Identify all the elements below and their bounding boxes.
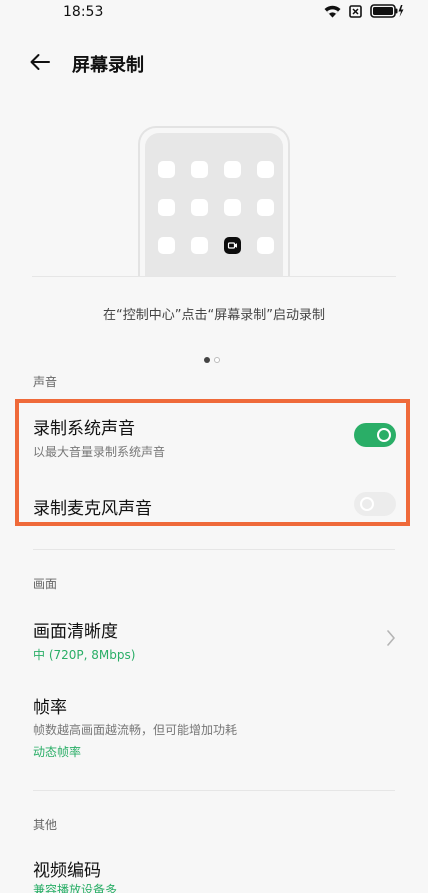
status-bar: 18:53 bbox=[0, 0, 428, 26]
video-encoding-value: 兼容播放设备多 bbox=[33, 883, 118, 893]
app-tile bbox=[158, 199, 175, 216]
app-tile bbox=[158, 237, 175, 254]
page-title: 屏幕录制 bbox=[72, 55, 144, 76]
video-camera-icon bbox=[227, 242, 237, 249]
mic-sound-title: 录制麦克风声音 bbox=[33, 499, 152, 519]
resolution-value: 中 (720P, 8Mbps) bbox=[33, 648, 136, 662]
section-divider bbox=[33, 790, 395, 791]
section-divider bbox=[33, 549, 395, 550]
phone-illustration bbox=[138, 126, 290, 276]
pager-dot-active[interactable] bbox=[204, 357, 210, 363]
system-sound-toggle[interactable] bbox=[354, 423, 396, 447]
back-button[interactable] bbox=[28, 50, 52, 74]
hint-text: 在“控制中心”点击“屏幕录制”启动录制 bbox=[103, 308, 325, 323]
status-time: 18:53 bbox=[63, 4, 104, 20]
app-tile bbox=[191, 237, 208, 254]
screen-record-tile bbox=[224, 237, 241, 254]
resolution-chevron[interactable] bbox=[384, 628, 398, 648]
sim-icon bbox=[349, 3, 362, 22]
battery-charging-icon bbox=[370, 3, 404, 22]
pager-dots bbox=[204, 357, 220, 363]
app-tile bbox=[158, 161, 175, 178]
system-sound-title: 录制系统声音 bbox=[33, 419, 135, 439]
mic-sound-toggle[interactable] bbox=[354, 492, 396, 516]
frame-rate-value: 动态帧率 bbox=[33, 745, 82, 759]
app-tile bbox=[191, 199, 208, 216]
section-label-sound: 声音 bbox=[33, 375, 58, 389]
arrow-left-icon bbox=[30, 54, 50, 70]
app-tile bbox=[257, 161, 274, 178]
app-tile bbox=[257, 237, 274, 254]
status-icons bbox=[324, 3, 404, 22]
app-tile bbox=[191, 161, 208, 178]
chevron-right-icon bbox=[387, 630, 395, 646]
app-tile bbox=[224, 161, 241, 178]
phone-screen bbox=[145, 133, 283, 276]
header: 屏幕录制 bbox=[0, 40, 428, 84]
resolution-title: 画面清晰度 bbox=[33, 622, 118, 642]
toggle-knob bbox=[377, 428, 391, 442]
toggle-knob bbox=[360, 497, 374, 511]
section-label-picture: 画面 bbox=[33, 577, 58, 591]
frame-rate-title: 帧率 bbox=[33, 698, 67, 718]
app-tile bbox=[224, 199, 241, 216]
app-tile bbox=[257, 199, 274, 216]
frame-rate-subtitle: 帧数越高画面越流畅，但可能增加功耗 bbox=[33, 723, 238, 737]
video-encoding-title: 视频编码 bbox=[33, 861, 101, 881]
system-sound-subtitle: 以最大音量录制系统声音 bbox=[33, 445, 166, 459]
pager-dot[interactable] bbox=[214, 357, 220, 363]
illustration-divider bbox=[32, 276, 396, 277]
wifi-icon bbox=[324, 3, 341, 22]
section-label-other: 其他 bbox=[33, 818, 58, 832]
